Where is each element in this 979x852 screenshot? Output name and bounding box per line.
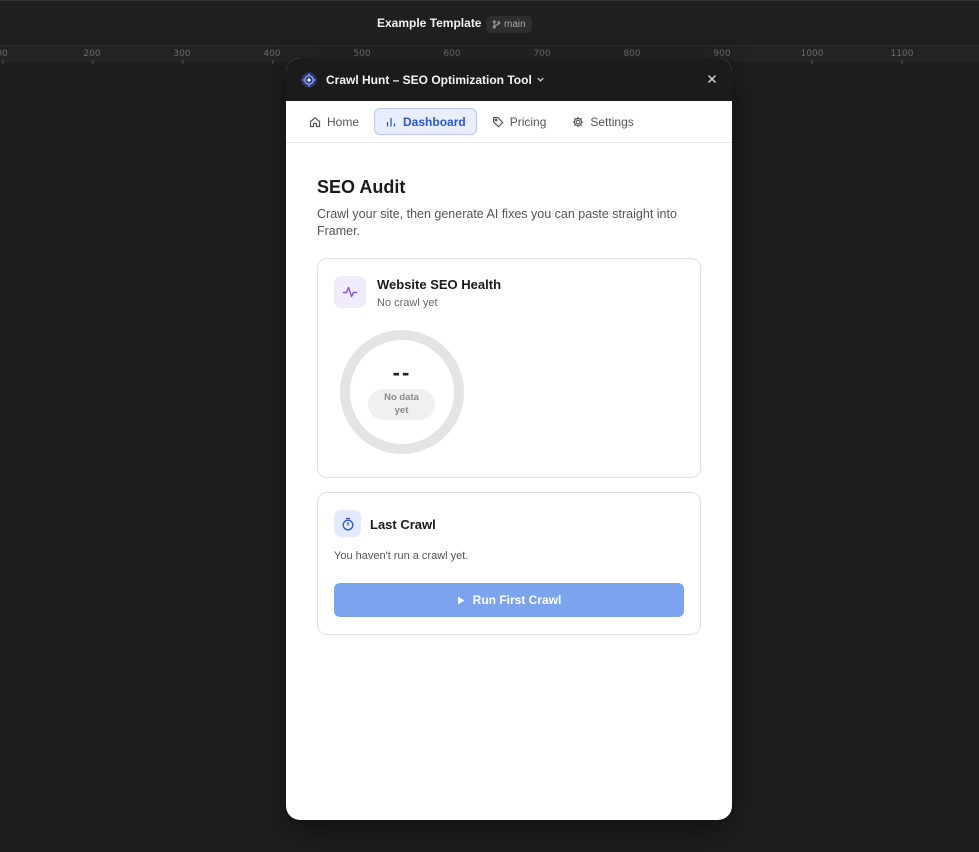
tab-dashboard[interactable]: Dashboard — [374, 108, 477, 135]
tab-bar: Home Dashboard Pricing Settings — [286, 101, 732, 143]
card-subtitle: No crawl yet — [377, 297, 438, 309]
home-icon — [309, 116, 321, 127]
ruler-tick: 1100 — [890, 49, 914, 64]
ruler-tick: 300 — [173, 49, 191, 64]
tag-icon — [492, 116, 504, 128]
project-title[interactable]: Example Template — [377, 16, 481, 30]
tab-home[interactable]: Home — [298, 108, 370, 135]
page-title: SEO Audit — [317, 177, 406, 197]
ruler-tick: 1000 — [800, 49, 824, 64]
plugin-title[interactable]: Crawl Hunt – SEO Optimization Tool — [326, 73, 532, 87]
play-icon — [457, 596, 465, 604]
ruler-tick: 400 — [263, 49, 281, 64]
gauge-status-line2: yet — [394, 405, 409, 416]
tab-label: Settings — [590, 114, 634, 129]
bar-chart-icon — [386, 117, 396, 126]
tab-label: Dashboard — [403, 114, 466, 129]
tab-label: Pricing — [509, 114, 547, 129]
dashboard-content: SEO Audit Crawl your site, then generate… — [286, 143, 732, 635]
branch-chip[interactable]: main — [486, 16, 532, 33]
button-label: Run First Crawl — [472, 593, 562, 607]
page-subtitle: Crawl your site, then generate AI fixes … — [317, 207, 677, 238]
activity-icon — [334, 276, 366, 308]
plugin-header: Crawl Hunt – SEO Optimization Tool — [286, 58, 732, 101]
last-crawl-message: You haven't run a crawl yet. — [334, 550, 469, 562]
card-title: Website SEO Health — [377, 277, 502, 292]
close-button[interactable] — [704, 71, 720, 87]
close-icon — [707, 74, 717, 84]
last-crawl-card: Last Crawl You haven't run a crawl yet. … — [317, 492, 701, 635]
ruler-tick: 200 — [83, 49, 101, 64]
plugin-window: Crawl Hunt – SEO Optimization Tool Home … — [286, 58, 732, 820]
seo-health-card: Website SEO Health No crawl yet -- No da… — [317, 258, 701, 478]
card-title: Last Crawl — [370, 516, 436, 532]
ruler-tick: 00 — [0, 49, 8, 64]
gauge-status-line1: No data — [384, 392, 419, 403]
health-score-gauge: -- No data yet — [340, 330, 464, 454]
title-separator: · — [478, 16, 482, 27]
branch-icon — [492, 20, 501, 29]
tab-label: Home — [327, 114, 360, 129]
gear-icon — [573, 116, 584, 127]
chevron-down-icon[interactable] — [536, 75, 545, 84]
run-first-crawl-button[interactable]: Run First Crawl — [334, 583, 684, 617]
app-top-bar: Example Template · main — [0, 0, 979, 46]
tab-pricing[interactable]: Pricing — [481, 108, 558, 135]
gauge-status-pill: No data yet — [368, 389, 435, 420]
gauge-score: -- — [392, 360, 412, 385]
crosshair-logo-icon — [300, 71, 318, 89]
stopwatch-icon — [334, 510, 361, 537]
tab-settings[interactable]: Settings — [561, 108, 644, 135]
branch-name: main — [504, 19, 526, 30]
